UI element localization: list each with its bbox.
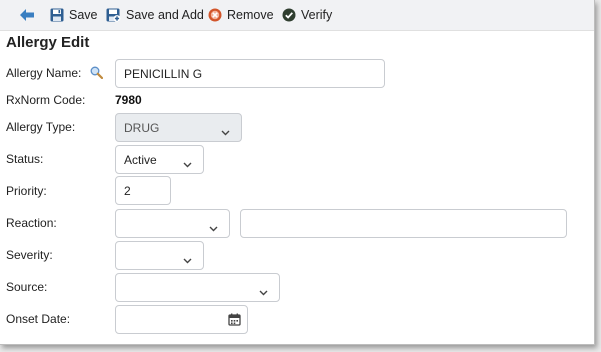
severity-label: Severity: [6, 248, 53, 262]
reaction-select[interactable] [115, 209, 230, 238]
back-button[interactable] [20, 6, 34, 24]
severity-select[interactable] [115, 241, 204, 270]
onset-date-label: Onset Date: [6, 312, 71, 326]
save-button[interactable]: Save [50, 6, 98, 24]
save-label: Save [69, 8, 98, 22]
calendar-icon[interactable] [228, 313, 241, 329]
rxnorm-code-label: RxNorm Code: [6, 93, 86, 107]
check-circle-icon [282, 8, 296, 22]
chevron-down-icon [183, 253, 192, 267]
allergy-name-label: Allergy Name: [6, 66, 82, 80]
save-and-add-label: Save and Add [126, 8, 204, 22]
source-select[interactable] [115, 273, 280, 302]
source-label: Source: [6, 280, 48, 294]
allergy-type-select: DRUG [115, 113, 242, 142]
allergy-edit-window: Save Save and Add Remove Verify Allergy … [0, 0, 595, 345]
chevron-down-icon [259, 285, 268, 299]
floppy-disk-icon [50, 8, 64, 22]
toolbar: Save Save and Add Remove Verify [0, 0, 594, 31]
verify-button[interactable]: Verify [282, 6, 332, 24]
reaction-label: Reaction: [6, 216, 57, 230]
status-select[interactable]: Active [115, 145, 204, 174]
chevron-down-icon [221, 125, 230, 139]
remove-button[interactable]: Remove [208, 6, 274, 24]
chevron-down-icon [183, 157, 192, 171]
reaction-detail-input[interactable] [240, 209, 567, 238]
rxnorm-code-value: 7980 [115, 93, 142, 107]
allergy-name-value: PENICILLIN G [124, 67, 203, 81]
save-and-add-button[interactable]: Save and Add [106, 6, 204, 24]
onset-date-input[interactable] [115, 305, 248, 334]
allergy-type-label: Allergy Type: [6, 120, 76, 134]
floppy-disk-plus-icon [106, 8, 121, 22]
arrow-left-icon [20, 9, 34, 21]
status-label: Status: [6, 152, 44, 166]
priority-input[interactable]: 2 [115, 176, 171, 205]
priority-label: Priority: [6, 184, 47, 198]
search-icon[interactable] [90, 66, 104, 82]
remove-label: Remove [227, 8, 274, 22]
priority-value: 2 [124, 184, 131, 198]
allergy-type-value: DRUG [124, 121, 160, 135]
page-title: Allergy Edit [6, 34, 90, 51]
verify-label: Verify [301, 8, 333, 22]
chevron-down-icon [209, 221, 218, 235]
allergy-name-input[interactable]: PENICILLIN G [115, 59, 385, 88]
remove-circle-icon [208, 8, 222, 22]
status-value: Active [124, 153, 157, 167]
